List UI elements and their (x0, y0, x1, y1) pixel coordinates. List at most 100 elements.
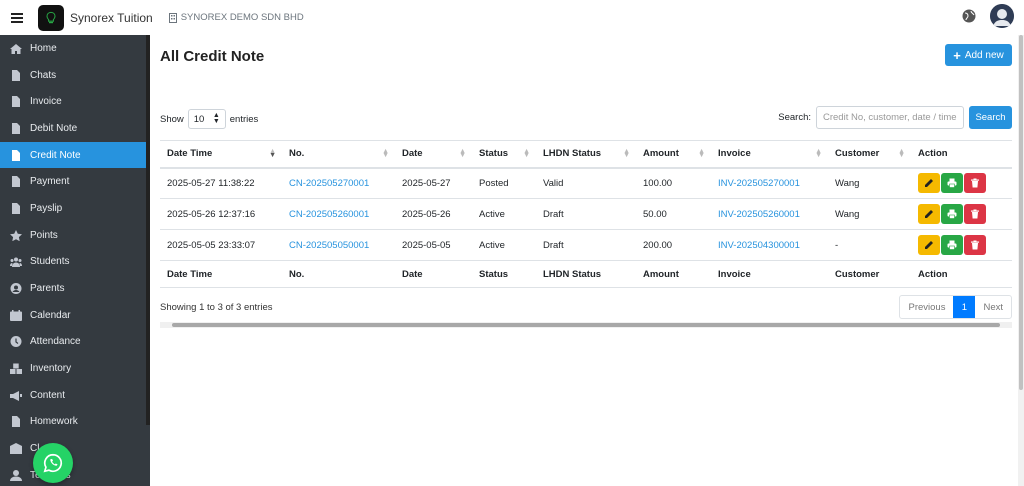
cell-date: 2025-05-27 (395, 167, 472, 199)
invoice-link[interactable]: INV-202504300001 (718, 240, 800, 251)
add-new-label: Add new (964, 49, 1004, 61)
pagination-next[interactable]: Next (975, 296, 1011, 318)
sidebar-item-label: Inventory (30, 363, 72, 375)
sort-icon: ▲ ▼ (459, 148, 466, 159)
file-icon (12, 176, 20, 188)
page-vertical-scrollbar[interactable] (1018, 35, 1024, 486)
cell-amount: 50.00 (636, 198, 711, 230)
sidebar-item-label: Calendar (30, 309, 71, 321)
entries-select[interactable]: 10 ▲ ▼ (187, 109, 226, 129)
print-button[interactable] (941, 173, 963, 194)
sidebar-item-label: Students (30, 256, 70, 268)
column-header-amount[interactable]: Amount ▲ ▼ (636, 140, 711, 169)
credit-note-link[interactable]: CN-202505050001 (289, 240, 369, 251)
delete-button[interactable] (964, 235, 986, 255)
sidebar-item-label: Parents (30, 283, 65, 295)
sidebar-item-points[interactable]: Points (0, 222, 150, 249)
user-avatar[interactable] (990, 4, 1014, 28)
sidebar-item-debit-note[interactable]: Debit Note (0, 115, 150, 142)
sidebar-item-payment[interactable]: Payment (0, 168, 150, 195)
pencil-icon (925, 241, 933, 249)
credit-note-link[interactable]: CN-202505260001 (289, 209, 369, 220)
sidebar-item-label: Credit Note (30, 149, 81, 161)
brand-logo[interactable] (38, 4, 64, 31)
sort-icon: ▲ ▼ (382, 148, 389, 159)
trash-icon (971, 178, 979, 188)
search-input[interactable]: Credit No, customer, date / time (816, 106, 964, 129)
edit-button[interactable] (918, 235, 940, 255)
pagination-previous[interactable]: Previous (900, 296, 953, 318)
plus-icon: + (953, 47, 961, 63)
column-header-date-time[interactable]: Date Time ▲ ▼ (160, 140, 282, 169)
sidebar-item-credit-note[interactable]: Credit Note (0, 141, 147, 169)
sidebar-item-payslip[interactable]: Payslip (0, 195, 150, 222)
column-header-status[interactable]: Status ▲ ▼ (472, 140, 536, 169)
entries-label: entries (229, 113, 259, 125)
column-header-customer[interactable]: Customer ▲ ▼ (828, 140, 911, 169)
table-row: 2025-05-27 11:38:22 CN-202505270001 2025-0… (160, 167, 1012, 199)
pencil-icon (925, 179, 933, 188)
print-button[interactable] (941, 204, 963, 224)
brand-name[interactable]: Synorex Tuition (70, 11, 153, 25)
credit-note-link[interactable]: CN-202505270001 (289, 178, 369, 189)
file-icon (12, 149, 20, 161)
sidebar-item-teachers[interactable]: Teachers (0, 462, 150, 486)
pagination-page-1[interactable]: 1 (953, 296, 976, 318)
trash-icon (971, 209, 979, 219)
sidebar-item-cl[interactable]: Cl (0, 435, 150, 462)
edit-button[interactable] (918, 204, 940, 224)
file-icon (12, 69, 20, 81)
table-row: 2025-05-26 12:37:16 CN-202505260001 2025-0… (160, 198, 1012, 230)
cell-date: 2025-05-05 (395, 229, 472, 261)
sidebar-item-invoice[interactable]: Invoice (0, 88, 150, 115)
delete-button[interactable] (964, 173, 986, 194)
table-horizontal-scrollbar[interactable] (160, 322, 1012, 328)
sort-icon: ▲ ▼ (815, 148, 822, 159)
sidebar-item-students[interactable]: Students (0, 249, 150, 276)
edit-button[interactable] (918, 173, 940, 194)
entries-length: Show 10 ▲ ▼ entries (160, 109, 258, 129)
page-title: All Credit Note (160, 48, 265, 65)
invoice-link[interactable]: INV-202505260001 (718, 209, 800, 220)
company-name: SYNOREX DEMO SDN BHD (168, 12, 304, 23)
credit-note-table: Date Time ▲ ▼ No. ▲ ▼ Date ▲ ▼ Status ▲ ▼ LHDN Statu… (160, 140, 1012, 288)
cell-amount: 200.00 (636, 229, 711, 261)
calendar-icon (10, 309, 22, 321)
sidebar-item-attendance[interactable]: Attendance (0, 329, 150, 356)
column-header-invoice[interactable]: Invoice ▲ ▼ (711, 140, 828, 169)
select-caret-icon: ▲ ▼ (212, 112, 220, 125)
sidebar-item-home[interactable]: Home (0, 35, 150, 62)
print-icon (947, 240, 957, 250)
sort-icon: ▲ ▼ (898, 148, 905, 159)
bullhorn-icon (10, 390, 22, 401)
sidebar-item-inventory[interactable]: Inventory (0, 355, 150, 382)
cell-lhdn-status: Valid (536, 167, 636, 199)
column-header-label: Amount (643, 148, 679, 160)
delete-button[interactable] (964, 204, 986, 224)
sidebar-item-calendar[interactable]: Calendar (0, 302, 150, 329)
sidebar-item-parents[interactable]: Parents (0, 275, 150, 302)
globe-icon[interactable] (962, 9, 976, 23)
column-header-lhdn-status[interactable]: LHDN Status ▲ ▼ (536, 140, 636, 169)
add-new-button[interactable]: + Add new (945, 44, 1012, 66)
invoice-link[interactable]: INV-202505270001 (718, 178, 800, 189)
sidebar-item-chats[interactable]: Chats (0, 62, 150, 89)
column-header-label: No. (289, 148, 305, 160)
sidebar-item-homework[interactable]: Homework (0, 409, 150, 436)
search-button[interactable]: Search (969, 106, 1012, 129)
cell-datetime: 2025-05-05 23:33:07 (160, 229, 282, 261)
cell-status: Active (472, 198, 536, 230)
school-icon (10, 443, 22, 455)
menu-toggle-icon[interactable] (0, 0, 34, 35)
sidebar-item-content[interactable]: Content (0, 382, 150, 409)
table-row: 2025-05-05 23:33:07 CN-202505050001 2025-0… (160, 229, 1012, 261)
column-header-no[interactable]: No. ▲ ▼ (282, 140, 395, 169)
column-footer-customer: Customer (828, 260, 911, 288)
user-circle-icon (10, 283, 22, 295)
print-button[interactable] (941, 235, 963, 255)
building-icon (168, 12, 177, 23)
column-header-date[interactable]: Date ▲ ▼ (395, 140, 472, 169)
whatsapp-button[interactable] (33, 443, 73, 483)
sidebar-item-label: Homework (30, 416, 78, 428)
row-actions (918, 204, 1005, 224)
